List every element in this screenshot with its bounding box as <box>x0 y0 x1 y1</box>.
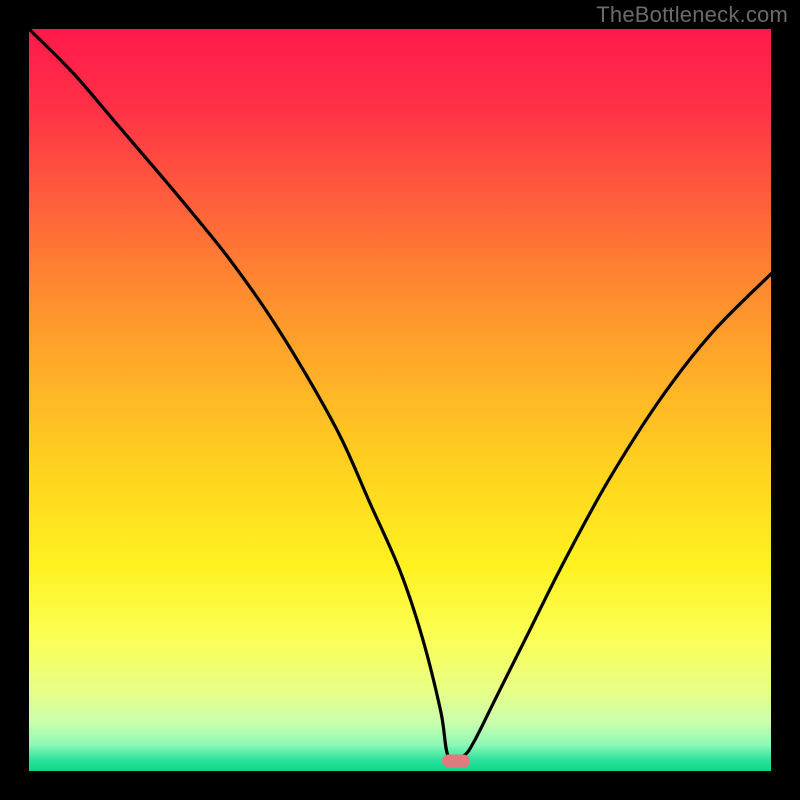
chart-svg <box>29 29 771 771</box>
optimum-marker <box>442 754 470 767</box>
chart-frame: TheBottleneck.com <box>0 0 800 800</box>
plot-area <box>29 29 771 771</box>
watermark-text: TheBottleneck.com <box>596 2 788 28</box>
